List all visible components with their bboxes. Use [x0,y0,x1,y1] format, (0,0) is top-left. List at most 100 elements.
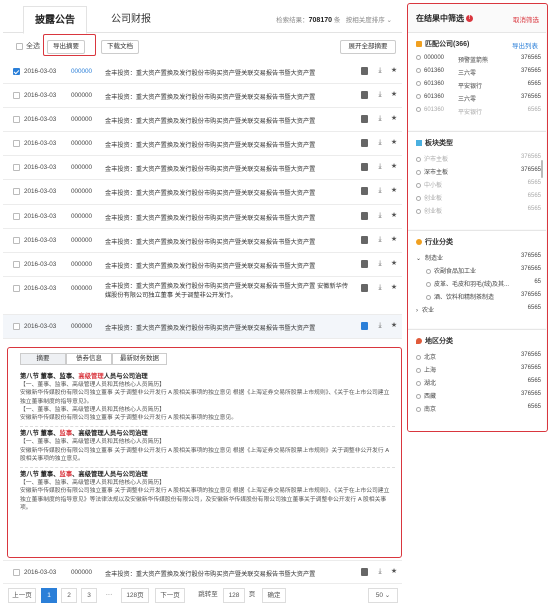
row-checkbox[interactable] [13,212,20,220]
filter-item[interactable]: › 农业 6565 [416,305,541,315]
radio-button[interactable] [416,380,421,386]
prev-page-button[interactable]: 上一页 [8,588,36,603]
row-code[interactable]: 000000 [71,237,92,244]
row-code[interactable]: 000000 [71,285,92,292]
document-icon[interactable] [361,283,368,292]
filter-item[interactable]: 南京 6565 [416,404,541,414]
radio-button[interactable] [416,169,421,175]
table-row[interactable]: 2016-03-03 000000 金丰投资：重大资产置换及发行股份市购买资产暨关联… [3,180,402,205]
document-icon[interactable] [361,211,368,220]
star-icon[interactable]: ★ [390,91,398,99]
table-row[interactable]: 2016-03-03 000000 金丰投资：重大资产置换及发行股份市购买资产暨… [3,560,402,585]
radio-button[interactable] [416,393,421,399]
radio-button[interactable] [416,406,421,412]
row-checkbox[interactable] [13,140,20,148]
row-title[interactable]: 金丰投资：重大资产置换及发行股份市购买资产暨关联交易报告书暨大资产置 [105,68,315,77]
radio-button[interactable] [416,208,421,214]
next-page-button[interactable]: 下一页 [155,588,185,603]
download-icon[interactable]: ⤓ [376,91,384,99]
table-row[interactable]: 2016-03-03 000000 金丰投资：重大资产置换及发行股份市购买资产暨关联… [3,314,402,339]
star-icon[interactable]: ★ [390,67,398,75]
radio-button[interactable] [416,156,421,162]
row-title[interactable]: 金丰投资：重大资产置换及发行股份市购买资产暨关联交易报告书暨大资产置 [105,140,315,149]
star-icon[interactable]: ★ [390,187,398,195]
row-checkbox[interactable] [13,569,20,576]
select-all[interactable]: 全选 [13,41,40,51]
radio-button[interactable] [426,268,431,274]
row-checkbox[interactable] [13,284,20,292]
filter-item[interactable]: 上海 376565 [416,365,541,375]
filter-item[interactable]: 北京 376565 [416,352,541,362]
table-row[interactable]: 2016-03-03 000000 金丰投资：重大资产置换及发行股份市购买资产暨关联… [3,229,402,253]
row-title[interactable]: 金丰投资：重大资产置换及发行股份市购买资产暨关联交易报告书暨大资产置 [105,213,315,222]
row-title[interactable]: 金丰投资：重大资产置换及发行股份市购买资产暨关联交易报告书暨大资产置 [105,92,315,101]
filter-item[interactable]: 皮革、毛皮和羽毛(绒)及其... 65 [426,279,541,289]
row-title[interactable]: 金丰投资：重大资产置换及发行股份市购买资产暨关联交易报告书暨大资产置 安徽新华传… [105,282,350,300]
radio-button[interactable] [426,294,431,300]
document-icon[interactable] [361,259,368,268]
star-icon[interactable]: ★ [390,322,398,330]
document-icon[interactable] [361,91,368,100]
document-icon[interactable] [361,67,368,75]
download-icon[interactable]: ⤓ [376,187,384,195]
document-icon[interactable] [361,568,368,576]
row-title[interactable]: 金丰投资：重大资产置换及发行股份市购买资产暨关联交易报告书暨大资产置 [105,164,315,173]
row-title[interactable]: 金丰投资：重大资产置换及发行股份市购买资产暨关联交易报告书暨大资产置 [105,261,315,270]
row-checkbox[interactable] [13,260,20,268]
per-page-select[interactable]: 50 ⌄ [368,588,398,603]
filter-item[interactable]: 601360 三六零 376565 [416,94,541,104]
filter-item[interactable]: 中小板 6565 [416,180,541,190]
download-icon[interactable]: ⤓ [376,284,384,292]
radio-button[interactable] [416,55,421,60]
chevron-icon[interactable]: › [416,308,418,314]
filter-item[interactable]: 创业板 6565 [416,193,541,203]
row-code[interactable]: 000000 [71,68,92,75]
star-icon[interactable]: ★ [390,260,398,268]
radio-button[interactable] [416,68,421,73]
row-checkbox[interactable] [13,164,20,172]
row-title[interactable]: 金丰投资：重大资产置换及发行股份市购买资产暨关联交易报告书暨大资产置 [105,237,315,246]
radio-button[interactable] [416,354,421,360]
radio-button[interactable] [416,94,421,99]
filter-item[interactable]: 湖北 6565 [416,378,541,388]
row-code[interactable]: 000000 [71,569,92,576]
row-checkbox[interactable] [13,116,20,124]
download-icon[interactable]: ⤓ [376,163,384,171]
cancel-filter-link[interactable]: 取消筛选 [513,14,539,24]
row-title[interactable]: 金丰投资：重大资产置换及发行股份市购买资产暨关联交易报告书暨大资产置 [105,569,315,578]
detail-tab-financial-data[interactable]: 最新财务数据 [112,353,167,365]
page-1-button[interactable]: 1 [41,588,57,603]
table-row[interactable]: 2016-03-03 000000 金丰投资：重大资产置换及发行股份市购买资产暨关联… [3,108,402,133]
document-icon[interactable] [361,163,368,172]
filter-item[interactable]: ⌄ 制造业 376565 [416,253,541,263]
download-icon[interactable]: ⤓ [376,260,384,268]
radio-button[interactable] [416,81,421,86]
page-3-button[interactable]: 3 [81,588,97,603]
row-code[interactable]: 000000 [71,323,92,330]
select-all-checkbox[interactable] [16,42,23,50]
row-checkbox[interactable] [13,236,20,244]
row-code[interactable]: 000000 [71,261,92,268]
radio-button[interactable] [416,367,421,373]
document-icon[interactable] [361,235,368,244]
detail-tab-bond-info[interactable]: 债券信息 [66,353,112,365]
document-icon[interactable] [361,187,368,196]
row-checkbox[interactable] [13,322,20,330]
expand-all-button[interactable]: 展开全部摘要 [340,40,396,54]
filter-item[interactable]: 酒、饮料和精制茶制造 376565 [426,292,541,302]
row-code[interactable]: 000000 [71,116,92,123]
document-icon[interactable] [361,115,368,124]
star-icon[interactable]: ★ [390,163,398,171]
row-code[interactable]: 000000 [71,188,92,195]
table-row[interactable]: 2016-03-03 000000 金丰投资：重大资产置换及发行股份市购买资产暨关联… [3,156,402,181]
star-icon[interactable]: ★ [390,284,398,292]
radio-button[interactable] [416,107,421,112]
table-row[interactable]: 2016-03-03 000000 金丰投资：重大资产置换及发行股份市购买资产暨关联… [3,253,402,277]
table-row[interactable]: 2016-03-03 000000 金丰投资：重大资产置换及发行股份市购买资产暨关联… [3,84,402,109]
download-icon[interactable]: ⤓ [376,115,384,123]
star-icon[interactable]: ★ [390,568,398,576]
radio-button[interactable] [416,182,421,188]
filter-item[interactable]: 601360 平安银行 6565 [416,81,541,91]
filter-item[interactable]: 西藏 376565 [416,391,541,401]
radio-button[interactable] [426,281,431,287]
